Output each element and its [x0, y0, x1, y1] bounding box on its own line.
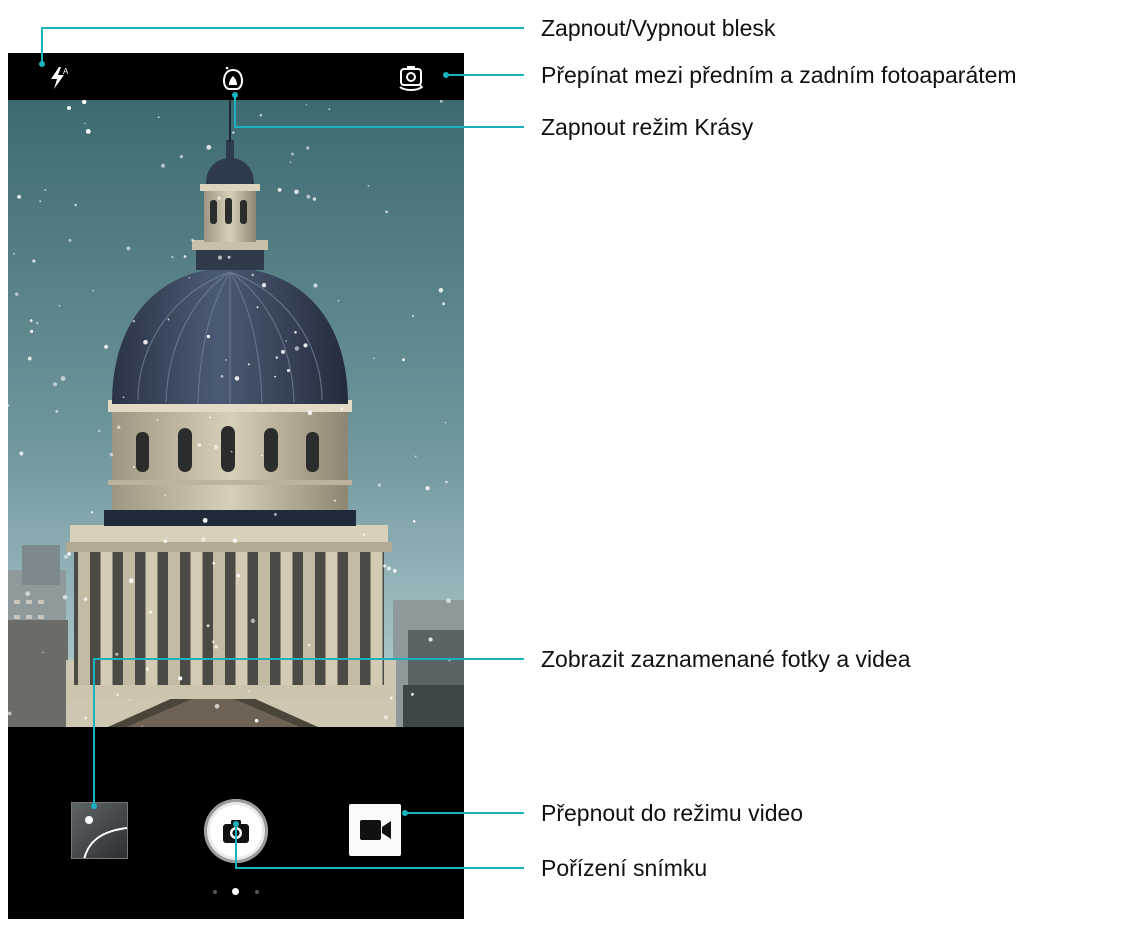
page-dot [213, 890, 217, 894]
camera-top-bar: A [8, 53, 464, 100]
shutter-button[interactable] [204, 799, 268, 863]
mode-page-indicator [8, 887, 464, 897]
callout-switch-camera: Přepínat mezi předním a zadním fotoapará… [541, 62, 1017, 88]
camera-shutter-icon [222, 818, 250, 844]
video-camera-icon [360, 819, 392, 841]
callout-flash: Zapnout/Vypnout blesk [541, 15, 776, 41]
flash-badge: A [63, 67, 69, 76]
callout-video: Přepnout do režimu video [541, 800, 804, 826]
page-dot [255, 890, 259, 894]
camera-bottom-bar [8, 727, 464, 919]
camera-viewfinder[interactable] [8, 100, 464, 727]
camera-screen: A [8, 53, 464, 919]
gallery-thumbnail-icon[interactable] [71, 802, 128, 859]
video-mode-button[interactable] [349, 804, 401, 856]
callout-gallery: Zobrazit zaznamenané fotky a videa [541, 646, 911, 672]
beauty-mode-icon[interactable] [220, 64, 246, 92]
page-dot-active [232, 888, 239, 895]
flash-auto-icon[interactable]: A [46, 65, 72, 91]
callout-shutter: Pořízení snímku [541, 855, 708, 881]
callout-beauty: Zapnout režim Krásy [541, 114, 754, 140]
switch-camera-icon[interactable] [397, 65, 425, 91]
